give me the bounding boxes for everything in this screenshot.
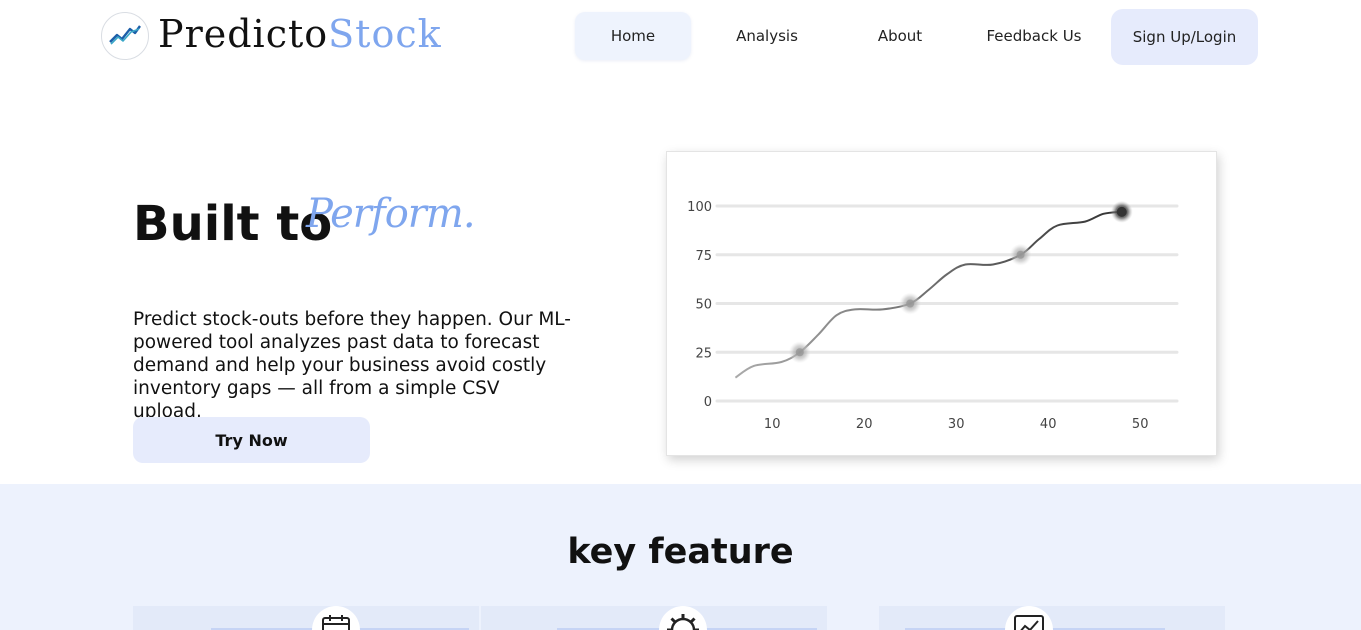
nav-item-feedback[interactable]: Feedback Us	[974, 12, 1094, 60]
y-tick-label: 100	[687, 200, 712, 215]
y-tick-label: 25	[695, 346, 712, 361]
top-nav: PredictoStock Home Analysis About Feedba…	[0, 0, 1361, 72]
forecast-chart-card: 0 25 50 75 100 10 20 30 40 50	[666, 151, 1217, 456]
feature-section: key feature	[0, 484, 1361, 630]
forecast-chart: 0 25 50 75 100 10 20 30 40 50	[687, 200, 1179, 432]
try-now-button[interactable]: Try Now	[133, 417, 370, 463]
trend-chart-icon	[108, 22, 142, 50]
data-point	[1016, 250, 1025, 259]
nav-item-home[interactable]: Home	[575, 12, 691, 60]
y-tick-label: 0	[704, 395, 712, 410]
hero-title: Built to	[133, 196, 333, 252]
y-tick-label: 75	[695, 249, 712, 264]
logo[interactable]	[101, 12, 149, 60]
x-tick-label: 50	[1132, 417, 1149, 432]
hero-description: Predict stock-outs before they happen. O…	[133, 309, 571, 422]
x-tick-label: 40	[1040, 417, 1057, 432]
y-tick-label: 50	[695, 298, 712, 313]
data-point	[906, 299, 915, 308]
signup-login-button[interactable]: Sign Up/Login	[1111, 9, 1258, 65]
brand-name[interactable]: PredictoStock	[158, 10, 442, 58]
nav-item-about[interactable]: About	[842, 12, 958, 60]
brand-name-part2: Stock	[328, 12, 442, 56]
hero-title-accent: Perform.	[306, 191, 476, 237]
x-tick-label: 30	[948, 417, 965, 432]
data-point	[795, 348, 804, 357]
feature-card[interactable]	[481, 606, 827, 630]
data-point	[1116, 206, 1127, 217]
feature-title: key feature	[567, 532, 794, 572]
feature-card[interactable]	[133, 606, 479, 630]
nav-item-analysis[interactable]: Analysis	[708, 12, 826, 60]
x-tick-label: 20	[856, 417, 873, 432]
brand-name-part1: Predicto	[158, 12, 329, 56]
x-tick-label: 10	[764, 417, 781, 432]
